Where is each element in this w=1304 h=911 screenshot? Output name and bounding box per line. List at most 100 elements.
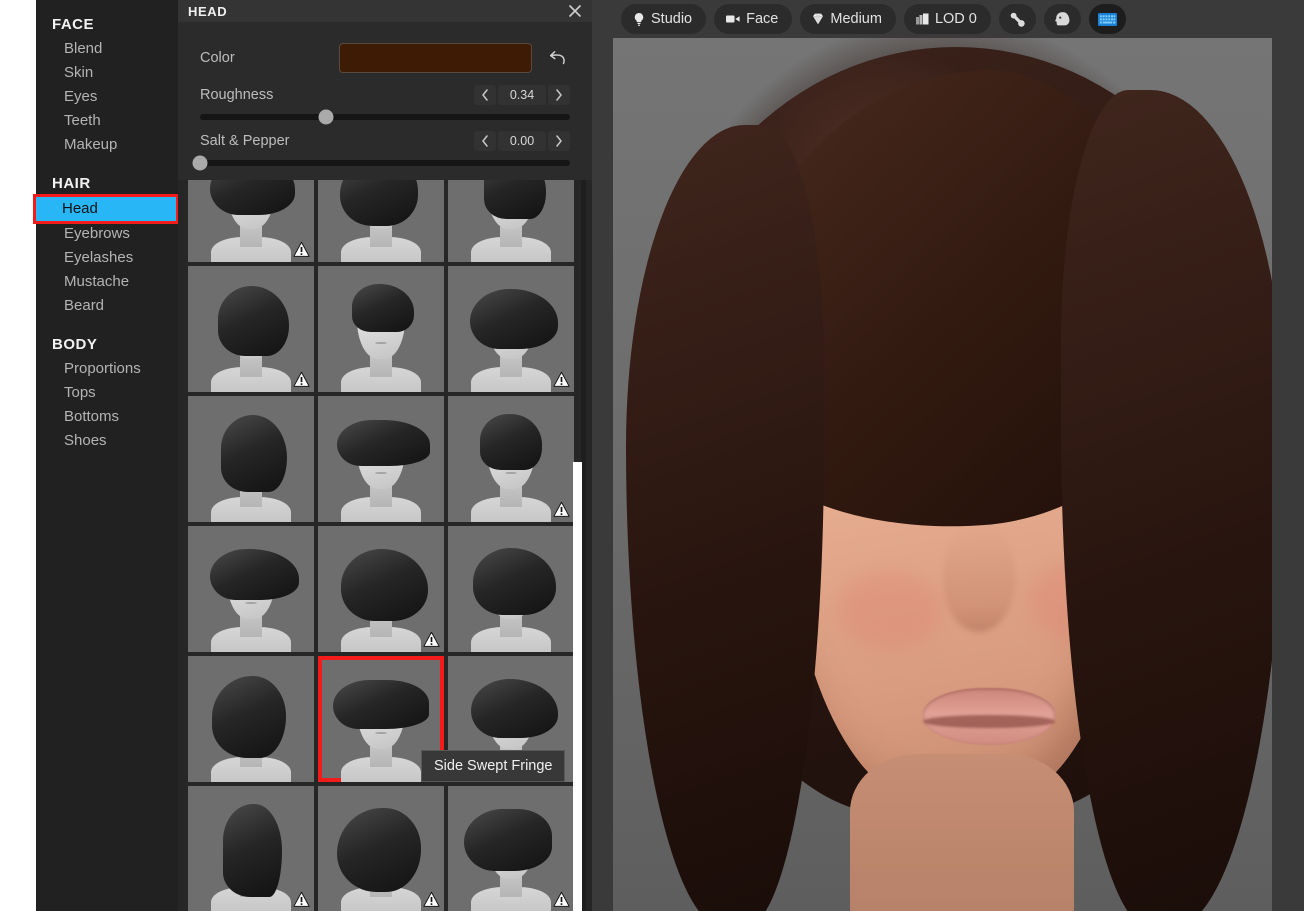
salt-pepper-stepper: 0.00 [474,131,570,151]
lod-level-button-label: LOD 0 [934,11,977,27]
hairstyle-thumbnail[interactable] [188,266,314,392]
hair-side-left [626,125,824,911]
sidebar-item-eyelashes[interactable]: Eyelashes [36,246,178,270]
hairstyle-thumbnail[interactable] [318,396,444,522]
hairstyle-tooltip: Side Swept Fringe [421,750,566,782]
character-render [613,38,1272,911]
sidebar-item-head[interactable]: Head [33,194,179,224]
nose [942,526,1015,632]
hairstyle-thumbnail[interactable] [318,526,444,652]
roughness-decrement-button[interactable] [474,85,496,105]
hairstyle-thumbnail[interactable] [448,266,574,392]
hairstyle-thumbnail[interactable] [188,180,314,262]
sidebar-item-tops[interactable]: Tops [36,381,178,405]
hairstyle-thumbnail[interactable] [448,526,574,652]
grid-scrollbar-track[interactable] [573,180,586,911]
warning-triangle-icon [293,241,310,257]
neck [850,753,1075,911]
hairstyle-thumbnail[interactable] [448,396,574,522]
roughness-slider[interactable] [200,109,570,125]
sidebar-item-proportions[interactable]: Proportions [36,357,178,381]
roughness-control: Roughness 0.34 [200,84,570,125]
quality-preset-button[interactable]: Medium [800,4,896,34]
sidebar-item-makeup[interactable]: Makeup [36,133,178,157]
video-camera-icon [725,13,741,25]
nav-group-title-body: BODY [52,336,98,353]
lighting-preset-button-label: Studio [651,11,693,27]
warning-triangle-icon [553,891,570,907]
head-view-toggle-button[interactable] [1043,4,1081,34]
panel-title: HEAD [188,3,228,19]
render-canvas[interactable] [613,38,1272,911]
sidebar-item-mustache[interactable]: Mustache [36,270,178,294]
hairstyle-grid [188,180,578,911]
sidebar-item-eyebrows[interactable]: Eyebrows [36,222,178,246]
hairstyle-preview [318,180,444,262]
salt-pepper-control: Salt & Pepper 0.00 [192,130,570,171]
hairstyle-preview [448,180,574,262]
hairstyle-preview [188,526,314,652]
sidebar-item-bottoms[interactable]: Bottoms [36,405,178,429]
warning-triangle-icon [423,631,440,647]
revert-arrow-icon[interactable] [544,45,570,71]
panel-header: HEAD [178,0,592,22]
salt-pepper-increment-button[interactable] [548,131,570,151]
hairstyle-preview [318,266,444,392]
sidebar-item-skin[interactable]: Skin [36,61,178,85]
hairstyle-thumbnail[interactable] [448,786,574,911]
hair-side-right [1061,90,1272,911]
roughness-increment-button[interactable] [548,85,570,105]
hairstyle-thumbnail[interactable] [188,656,314,782]
warning-triangle-icon [293,371,310,387]
character-viewport: Studio Face Medium LOD 0 [592,0,1304,911]
hairstyle-thumbnail[interactable] [188,396,314,522]
hairstyle-thumbnail[interactable] [318,266,444,392]
keyboard-icon [1097,12,1117,26]
salt-pepper-slider-handle[interactable] [192,155,208,171]
sidebar-item-blend[interactable]: Blend [36,37,178,61]
lip-line [922,714,1055,728]
hairstyle-thumbnail[interactable] [188,786,314,911]
roughness-header: Roughness 0.34 [200,84,570,106]
close-icon[interactable] [566,2,584,20]
skeleton-toggle-button[interactable] [998,4,1036,34]
keyboard-shortcuts-button[interactable] [1088,4,1126,34]
sidebar-item-teeth[interactable]: Teeth [36,109,178,133]
roughness-stepper: 0.34 [474,85,570,105]
nav-group-title-face: FACE [52,16,95,33]
salt-pepper-decrement-button[interactable] [474,131,496,151]
diamond-icon [811,12,825,26]
quality-preset-button-label: Medium [830,11,882,27]
roughness-value[interactable]: 0.34 [498,85,546,105]
lighting-preset-button[interactable]: Studio [621,4,707,34]
warning-triangle-icon [423,891,440,907]
hairstyle-thumbnail[interactable] [318,180,444,262]
sidebar-item-beard[interactable]: Beard [36,294,178,318]
roughness-slider-handle[interactable] [318,109,334,125]
hairstyle-thumbnail[interactable] [188,526,314,652]
navigation-sidebar: FACE Blend Skin Eyes Teeth Makeup HAIR Head Eyeb… [33,0,179,911]
hairstyle-thumbnail[interactable] [318,786,444,911]
sidebar-item-shoes[interactable]: Shoes [36,429,178,453]
hairstyle-preview [448,526,574,652]
lightbulb-icon [632,12,646,27]
warning-triangle-icon [553,501,570,517]
color-row: Color [200,42,570,74]
salt-pepper-slider[interactable] [192,155,570,171]
color-swatch[interactable] [339,43,532,73]
hairstyle-thumbnail[interactable] [448,180,574,262]
head-hair-panel: HEAD Color Roughness 0.34 Salt & Pepper … [178,0,592,911]
salt-pepper-header: Salt & Pepper 0.00 [200,130,570,152]
grid-scrollbar-thumb[interactable] [573,462,582,911]
roughness-label: Roughness [200,87,274,103]
salt-pepper-value[interactable]: 0.00 [498,131,546,151]
cheek-left [837,570,943,650]
camera-framing-button[interactable]: Face [714,4,793,34]
lod-level-button[interactable]: LOD 0 [903,4,991,34]
layers-icon [915,12,930,26]
character-creator-window: FACE Blend Skin Eyes Teeth Makeup HAIR Head Eyeb… [0,0,1304,911]
warning-triangle-icon [553,371,570,387]
sidebar-item-eyes[interactable]: Eyes [36,85,178,109]
